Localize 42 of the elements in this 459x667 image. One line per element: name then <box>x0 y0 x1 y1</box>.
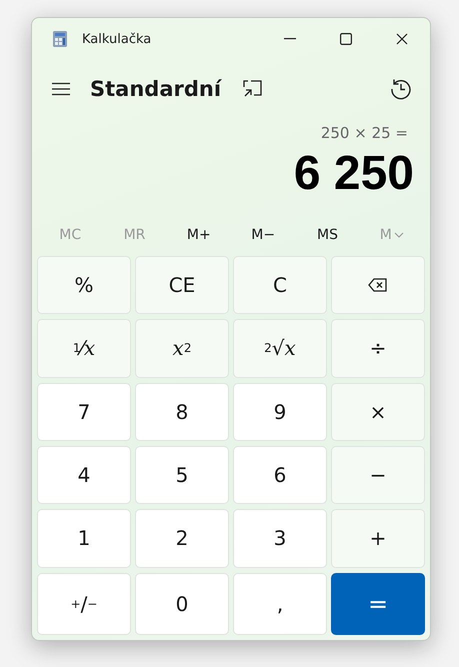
result-display: 6 250 <box>294 146 414 202</box>
chevron-icon <box>394 232 404 238</box>
calculator-key[interactable]: $^{1}$⁄x <box>37 319 131 378</box>
calculator-key[interactable]: 1 <box>37 509 131 568</box>
maximize-icon <box>340 33 352 45</box>
backspace-icon <box>368 278 388 292</box>
calculator-key[interactable]: x$^{2}$ <box>135 319 229 378</box>
memory-button[interactable]: MS <box>295 226 360 244</box>
window-title: Kalkulačka <box>82 32 152 46</box>
calculator-key[interactable]: × <box>331 382 425 441</box>
memory-button[interactable]: M− <box>230 226 296 244</box>
equals-button[interactable]: = <box>331 572 425 635</box>
calculator-key[interactable]: CE <box>135 256 229 314</box>
calculator-key[interactable]: 3 <box>233 509 327 568</box>
mode-title: Standardní <box>90 77 222 101</box>
calculator-key[interactable]: + <box>331 509 425 568</box>
calculator-key[interactable]: 7 <box>37 382 131 441</box>
expression-text: 250 × 25 = <box>320 124 408 142</box>
calculator-key[interactable]: 6 <box>233 446 327 504</box>
calculator-key[interactable]: 8 <box>135 382 229 441</box>
memory-button[interactable]: M+ <box>166 226 231 244</box>
calculator-key[interactable]: 9 <box>233 382 327 441</box>
close-icon <box>396 33 408 45</box>
history-button[interactable] <box>390 78 412 100</box>
calculator-key[interactable]: 0 <box>135 572 229 635</box>
history-icon <box>390 78 412 100</box>
calculator-key[interactable]: 4 <box>37 446 131 504</box>
calculator-key[interactable]: 5 <box>135 446 229 504</box>
menu-button[interactable] <box>52 82 70 96</box>
minimize-icon <box>284 38 296 40</box>
calculator-key[interactable]: 2 <box>135 509 229 568</box>
keep-on-top-icon <box>243 80 264 98</box>
calculator-key[interactable]: C <box>233 256 327 314</box>
keep-on-top-button[interactable] <box>243 80 264 98</box>
calculator-key[interactable]: % <box>37 256 131 314</box>
calculator-key[interactable]: ÷ <box>331 319 425 378</box>
calculator-key[interactable]: $^{2}$√x <box>233 319 327 378</box>
backspace-button[interactable] <box>331 256 425 314</box>
calculator-icon <box>52 30 68 48</box>
calculator-key[interactable]: , <box>233 572 327 635</box>
menu-icon <box>52 82 70 96</box>
calculator-key[interactable]: − <box>331 446 425 504</box>
